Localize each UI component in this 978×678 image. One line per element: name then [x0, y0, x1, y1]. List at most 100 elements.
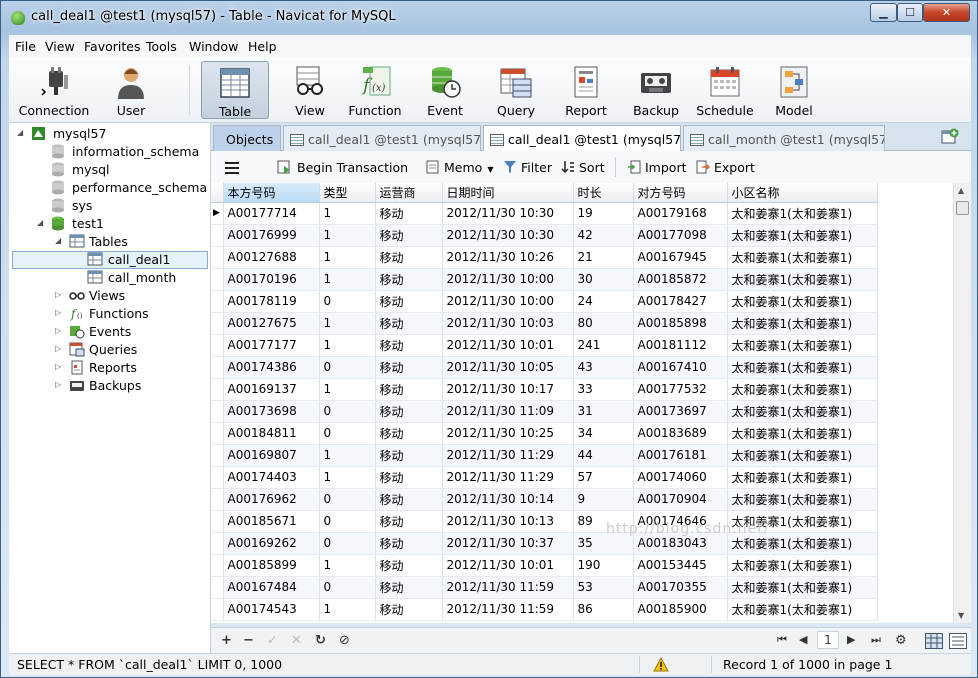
table-cell[interactable]: 2012/11/30 10:00 [442, 268, 574, 291]
menu-window[interactable]: Window [189, 39, 238, 54]
table-cell[interactable]: 太和姜寨1(太和姜寨1) [727, 356, 878, 379]
scroll-down-arrow-icon[interactable]: ▼ [958, 611, 964, 620]
table-row[interactable]: A00173698 0 移动 2012/11/30 11:09 31 A00173697 太… [211, 400, 878, 423]
tree-group-views[interactable]: ▷ Views [13, 287, 208, 305]
table-cell[interactable]: 2012/11/30 10:14 [442, 488, 574, 511]
table-row[interactable]: A00169262 0 移动 2012/11/30 10:37 35 A00183043 太… [211, 532, 878, 555]
table-cell[interactable]: 太和姜寨1(太和姜寨1) [727, 202, 878, 225]
table-cell[interactable]: A00173698 [223, 400, 320, 423]
maximize-button[interactable]: ☐ [897, 3, 923, 22]
table-cell[interactable]: 太和姜寨1(太和姜寨1) [727, 422, 878, 445]
table-cell[interactable]: 0 [319, 488, 376, 511]
table-row[interactable]: A00176962 0 移动 2012/11/30 10:14 9 A00170904 太和… [211, 488, 878, 511]
table-cell[interactable]: 太和姜寨1(太和姜寨1) [727, 466, 878, 489]
refresh-icon[interactable]: ↻ [315, 633, 326, 648]
table-cell[interactable]: 19 [573, 202, 634, 225]
table-button[interactable]: Table [201, 61, 269, 119]
table-cell[interactable]: 移动 [375, 576, 443, 599]
apply-check-icon[interactable]: ✓ [267, 633, 278, 648]
table-cell[interactable]: A00174386 [223, 356, 320, 379]
table-row[interactable]: A00170196 1 移动 2012/11/30 10:00 30 A00185872 太… [211, 268, 878, 291]
table-row[interactable]: A00177177 1 移动 2012/11/30 10:01 241 A00181112… [211, 334, 878, 357]
table-cell[interactable]: 0 [319, 532, 376, 555]
table-cell[interactable]: 43 [573, 356, 634, 379]
tab-call-deal1-2[interactable]: call_deal1 @test1 (mysql57)... [483, 125, 681, 152]
table-cell[interactable]: 2012/11/30 11:09 [442, 400, 574, 423]
table-cell[interactable]: A00169807 [223, 444, 320, 467]
tree-group-functions[interactable]: ▷ f() Functions [13, 305, 208, 323]
table-cell[interactable]: 2012/11/30 11:29 [442, 466, 574, 489]
query-button[interactable]: Query [489, 61, 543, 119]
table-cell[interactable]: A00177532 [633, 378, 728, 401]
table-cell[interactable]: 太和姜寨1(太和姜寨1) [727, 554, 878, 577]
table-cell[interactable]: 太和姜寨1(太和姜寨1) [727, 290, 878, 313]
expand-arrow-icon[interactable]: ▷ [55, 363, 63, 371]
collapse-arrow-icon[interactable]: ◢ [17, 129, 25, 137]
table-cell[interactable]: A00184811 [223, 422, 320, 445]
menu-favorites[interactable]: Favorites [84, 39, 140, 54]
sort-button[interactable]: Sort [561, 160, 605, 175]
table-cell[interactable]: 30 [573, 268, 634, 291]
table-cell[interactable]: 1 [319, 312, 376, 335]
table-cell[interactable]: 移动 [375, 400, 443, 423]
table-cell[interactable]: A00174403 [223, 466, 320, 489]
connection-button[interactable]: Connection [13, 61, 95, 119]
collapse-arrow-icon[interactable]: ◢ [37, 219, 45, 227]
table-cell[interactable]: 1 [319, 598, 376, 621]
next-page-icon[interactable]: ▶ [847, 633, 855, 646]
table-cell[interactable]: A00174543 [223, 598, 320, 621]
expand-arrow-icon[interactable]: ▷ [55, 309, 63, 317]
table-cell[interactable]: 移动 [375, 422, 443, 445]
import-button[interactable]: Import [627, 160, 687, 175]
table-cell[interactable]: A00176962 [223, 488, 320, 511]
column-header[interactable]: 日期时间 [442, 183, 574, 203]
table-cell[interactable]: 1 [319, 202, 376, 225]
table-cell[interactable]: 2012/11/30 10:30 [442, 202, 574, 225]
table-cell[interactable]: A00176999 [223, 224, 320, 247]
table-cell[interactable]: 2012/11/30 10:26 [442, 246, 574, 269]
tree-db-mysql[interactable]: mysql [13, 161, 208, 179]
table-cell[interactable]: A00127675 [223, 312, 320, 335]
tree-db-information-schema[interactable]: information_schema [13, 143, 208, 161]
table-cell[interactable]: 2012/11/30 10:13 [442, 510, 574, 533]
tab-call-deal1-1[interactable]: call_deal1 @test1 (mysql57)... [283, 125, 481, 151]
table-cell[interactable]: 190 [573, 554, 634, 577]
table-cell[interactable]: 移动 [375, 268, 443, 291]
table-cell[interactable]: 移动 [375, 554, 443, 577]
menu-tools[interactable]: Tools [146, 39, 177, 54]
table-cell[interactable]: 0 [319, 510, 376, 533]
object-tree[interactable]: ◢ mysql57 information_schema mysql perfo… [9, 123, 211, 653]
function-button[interactable]: f (x) Function [347, 61, 403, 119]
hamburger-menu-icon[interactable] [225, 161, 241, 175]
table-cell[interactable]: A00167945 [633, 246, 728, 269]
report-button[interactable]: Report [559, 61, 613, 119]
tree-group-backups[interactable]: ▷ Backups [13, 377, 208, 395]
table-cell[interactable]: A00173697 [633, 400, 728, 423]
table-cell[interactable]: A00170196 [223, 268, 320, 291]
table-cell[interactable]: A00177714 [223, 202, 320, 225]
backup-button[interactable]: Backup [629, 61, 683, 119]
tree-db-sys[interactable]: sys [13, 197, 208, 215]
memo-button[interactable]: Memo ▼ [426, 160, 493, 175]
table-cell[interactable]: A00185872 [633, 268, 728, 291]
table-cell[interactable]: A00177098 [633, 224, 728, 247]
table-cell[interactable]: 2012/11/30 10:05 [442, 356, 574, 379]
table-cell[interactable]: 1 [319, 224, 376, 247]
table-cell[interactable]: A00170355 [633, 576, 728, 599]
table-cell[interactable]: 0 [319, 400, 376, 423]
table-row[interactable]: A00185899 1 移动 2012/11/30 10:01 190 A00153445… [211, 554, 878, 577]
table-cell[interactable]: 80 [573, 312, 634, 335]
tree-table-call-deal1[interactable]: call_deal1 [13, 251, 208, 269]
table-cell[interactable]: 1 [319, 554, 376, 577]
table-cell[interactable]: 移动 [375, 334, 443, 357]
expand-arrow-icon[interactable]: ▷ [55, 291, 63, 299]
begin-transaction-button[interactable]: Begin Transaction [277, 160, 408, 175]
table-row[interactable]: A00127675 1 移动 2012/11/30 10:03 80 A00185898 太… [211, 312, 878, 335]
table-row[interactable]: A00174543 1 移动 2012/11/30 11:59 86 A00185900 太… [211, 598, 878, 621]
scrollbar-thumb[interactable] [956, 201, 969, 215]
table-cell[interactable]: A00183689 [633, 422, 728, 445]
table-cell[interactable]: A00169137 [223, 378, 320, 401]
export-button[interactable]: Export [696, 160, 755, 175]
table-cell[interactable]: 42 [573, 224, 634, 247]
table-cell[interactable]: 2012/11/30 10:25 [442, 422, 574, 445]
